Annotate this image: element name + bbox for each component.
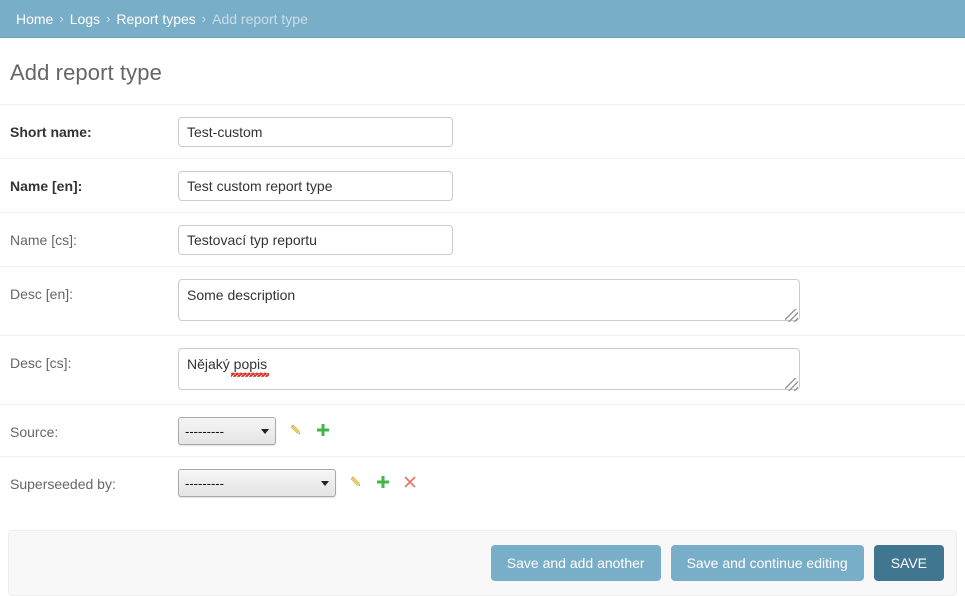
form-row-short-name: Short name:	[0, 104, 965, 159]
pencil-icon[interactable]	[287, 421, 305, 439]
label-name-en: Name [en]:	[10, 178, 83, 194]
desc-en-textarea[interactable]: Some description	[178, 279, 800, 321]
desc-cs-textarea-wrap: Nějaký popis	[178, 348, 800, 393]
submit-row: Save and add another Save and continue e…	[8, 530, 957, 596]
label-source: Source:	[10, 424, 59, 440]
name-en-input[interactable]	[178, 171, 453, 201]
superseeded-by-select[interactable]: ---------	[178, 469, 336, 497]
form-row-superseeded-by: Superseeded by: ---------	[0, 457, 965, 508]
form-row-desc-cs: Desc [cs]: Nějaký popis	[0, 336, 965, 405]
label-short-name: Short name:	[10, 124, 92, 140]
widget-superseeded-by: ---------	[178, 469, 955, 497]
name-cs-input[interactable]	[178, 225, 453, 255]
breadcrumb-item-current: Add report type	[212, 10, 308, 27]
breadcrumb-item-home[interactable]: Home	[16, 11, 53, 27]
widget-desc-en: Some description	[178, 279, 955, 324]
form-row-desc-en: Desc [en]: Some description	[0, 267, 965, 336]
add-report-type-form: Short name: Name [en]: Name [cs]: Desc […	[0, 104, 965, 508]
delete-icon[interactable]	[401, 473, 419, 491]
superseeded-by-related-widgets	[347, 469, 419, 491]
short-name-input[interactable]	[178, 117, 453, 147]
page-title: Add report type	[10, 60, 162, 85]
desc-en-textarea-wrap: Some description	[178, 279, 800, 324]
widget-name-en	[178, 171, 955, 201]
source-select[interactable]: ---------	[178, 417, 276, 445]
form-row-source: Source: ---------	[0, 405, 965, 457]
pencil-icon[interactable]	[347, 473, 365, 491]
breadcrumb-separator: ›	[201, 11, 207, 26]
breadcrumb-item-report-types[interactable]: Report types	[116, 11, 195, 27]
source-select-wrap: ---------	[178, 417, 276, 445]
label-desc-cs: Desc [cs]:	[10, 355, 72, 371]
plus-icon[interactable]	[374, 473, 392, 491]
label-desc-en: Desc [en]:	[10, 286, 74, 302]
breadcrumb-separator: ›	[106, 11, 111, 26]
superseeded-by-select-wrap: ---------	[178, 469, 336, 497]
breadcrumb-item-logs[interactable]: Logs	[70, 11, 100, 27]
widget-desc-cs: Nějaký popis	[178, 348, 955, 393]
desc-cs-textarea[interactable]: Nějaký popis	[178, 348, 800, 390]
form-row-name-en: Name [en]:	[0, 159, 965, 213]
breadcrumb-separator: ›	[59, 11, 64, 26]
label-superseeded-by: Superseeded by:	[10, 476, 116, 492]
label-name-cs: Name [cs]:	[10, 232, 77, 248]
widget-short-name	[178, 117, 955, 147]
source-related-widgets	[287, 417, 332, 439]
widget-source: ---------	[178, 417, 955, 445]
breadcrumb: Home › Logs › Report types › Add report …	[0, 0, 965, 38]
plus-icon[interactable]	[314, 421, 332, 439]
form-row-name-cs: Name [cs]:	[0, 213, 965, 267]
widget-name-cs	[178, 225, 955, 255]
